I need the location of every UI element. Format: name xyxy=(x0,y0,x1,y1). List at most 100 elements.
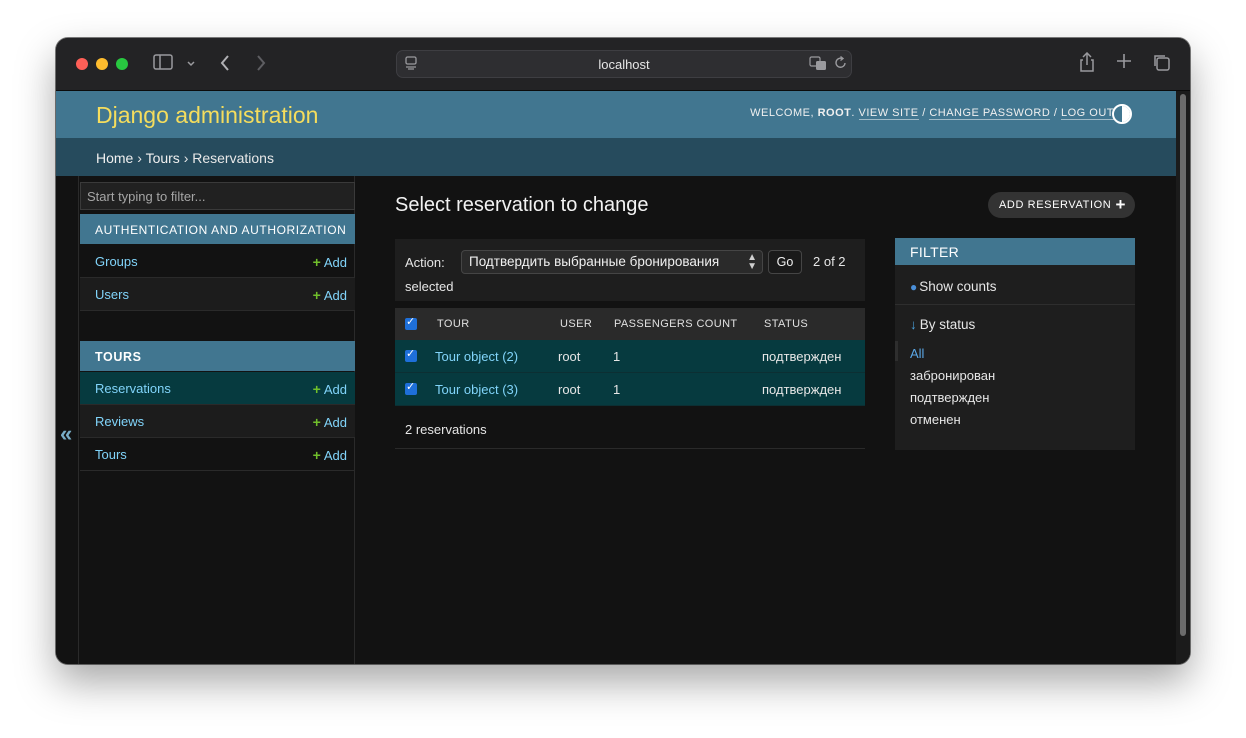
sidebar-item-label[interactable]: Tours xyxy=(95,447,127,462)
user-cell: root xyxy=(558,382,581,397)
site-brand[interactable]: Django administration xyxy=(96,102,318,129)
passengers-cell: 1 xyxy=(613,382,621,397)
add-user-button[interactable]: + Add xyxy=(313,287,347,303)
new-tab-icon[interactable] xyxy=(1116,53,1132,75)
filter-choice-booked[interactable]: забронирован xyxy=(910,368,995,383)
selected-choice-indicator xyxy=(895,341,898,361)
share-icon[interactable] xyxy=(1078,51,1096,78)
filter-by-status-toggle[interactable]: ↓ By status xyxy=(910,317,975,332)
add-reservation-link[interactable]: + Add xyxy=(313,381,347,397)
sidebar-item-label[interactable]: Users xyxy=(95,287,129,302)
add-label: Add xyxy=(323,255,347,270)
add-tour-button[interactable]: + Add xyxy=(313,447,347,463)
admin-header: Django administration WELCOME, ROOT. VIE… xyxy=(56,91,1176,138)
breadcrumb-separator: › xyxy=(137,150,142,166)
selection-counter: 2 of 2 xyxy=(813,254,846,269)
column-header-status[interactable]: STATUS xyxy=(764,318,808,330)
breadcrumb-current: Reservations xyxy=(192,150,274,166)
column-header-user[interactable]: USER xyxy=(560,318,592,330)
theme-toggle-icon[interactable] xyxy=(1112,104,1132,124)
toggle-nav-sidebar-button[interactable]: « xyxy=(60,421,72,447)
tabs-overview-icon[interactable] xyxy=(1152,53,1170,77)
sidebar-item-label[interactable]: Reviews xyxy=(95,414,144,429)
action-select-value: Подтвердить выбранные бронирования xyxy=(469,254,720,269)
translate-icon[interactable] xyxy=(809,55,827,77)
table-row: Tour object (2) root 1 подтвержден xyxy=(395,340,865,373)
sidebar-item-tours: Tours + Add xyxy=(80,438,355,471)
vertical-scrollbar[interactable] xyxy=(1176,91,1190,664)
eye-icon: ● xyxy=(910,280,918,294)
paginator: 2 reservations xyxy=(395,411,865,449)
arrow-down-icon: ↓ xyxy=(910,317,917,332)
plus-icon: + xyxy=(312,381,321,397)
zoom-window-button[interactable] xyxy=(116,58,128,70)
passengers-cell: 1 xyxy=(613,349,621,364)
sidebar-item-groups: Groups + Add xyxy=(80,245,355,278)
breadcrumb-separator: › xyxy=(183,150,189,166)
sidebar-item-reviews: Reviews + Add xyxy=(80,405,355,438)
reload-icon[interactable] xyxy=(834,55,848,77)
separator: / xyxy=(922,107,926,119)
action-select[interactable]: Подтвердить выбранные бронирования ▲ ▼ xyxy=(461,250,763,274)
select-arrows-icon: ▲ ▼ xyxy=(747,252,757,272)
action-label: Action: xyxy=(405,255,445,270)
add-reservation-label: ADD RESERVATION xyxy=(999,199,1112,211)
add-label: Add xyxy=(323,288,347,303)
sidebar-item-label[interactable]: Reservations xyxy=(95,381,171,396)
welcome-text: WELCOME, xyxy=(750,107,815,119)
user-tools: WELCOME, ROOT. VIEW SITE / CHANGE PASSWO… xyxy=(750,107,1114,120)
forward-icon[interactable] xyxy=(255,54,267,78)
plus-icon: + xyxy=(312,254,321,270)
select-all-checkbox[interactable] xyxy=(405,315,417,330)
browser-toolbar: localhost xyxy=(56,38,1190,91)
tour-link[interactable]: Tour object (2) xyxy=(435,349,518,364)
separator: / xyxy=(1053,107,1058,119)
nav-filter-input[interactable]: Start typing to filter... xyxy=(80,182,355,210)
nav-sidebar: Start typing to filter... AUTHENTICATION… xyxy=(78,176,355,664)
username: ROOT xyxy=(817,107,852,119)
view-site-link[interactable]: VIEW SITE xyxy=(858,107,919,120)
go-button[interactable]: Go xyxy=(768,250,802,274)
table-header: TOUR USER PASSENGERS COUNT STATUS xyxy=(395,308,865,340)
divider xyxy=(895,304,1135,305)
minimize-window-button[interactable] xyxy=(96,58,108,70)
scrollbar-thumb[interactable] xyxy=(1180,94,1186,636)
column-header-passengers[interactable]: PASSENGERS COUNT xyxy=(614,318,738,330)
add-label: Add xyxy=(323,382,347,397)
close-window-button[interactable] xyxy=(76,58,88,70)
page-content: Django administration WELCOME, ROOT. VIE… xyxy=(56,91,1190,664)
back-icon[interactable] xyxy=(219,54,231,78)
filter-choice-all[interactable]: All xyxy=(910,346,924,361)
selection-counter-suffix: selected xyxy=(405,279,454,294)
tour-link[interactable]: Tour object (3) xyxy=(435,382,518,397)
sidebar-item-label[interactable]: Groups xyxy=(95,254,138,269)
module-caption-tours[interactable]: TOURS xyxy=(80,341,355,371)
sidebar-toggle-icon[interactable] xyxy=(153,54,173,76)
filter-title: FILTER xyxy=(895,238,1135,265)
add-review-button[interactable]: + Add xyxy=(313,414,347,430)
change-password-link[interactable]: CHANGE PASSWORD xyxy=(929,107,1051,120)
filter-choice-confirmed[interactable]: подтвержден xyxy=(910,390,989,405)
changelist-filter: FILTER ● Show counts ↓ By status All забро… xyxy=(895,238,1135,450)
add-group-button[interactable]: + Add xyxy=(313,254,347,270)
browser-window: localhost Django administration WELCOME,… xyxy=(56,38,1190,664)
breadcrumb-home[interactable]: Home xyxy=(96,150,133,166)
status-cell: подтвержден xyxy=(762,349,842,364)
address-bar[interactable]: localhost xyxy=(396,50,852,78)
add-reservation-button[interactable]: ADD RESERVATION + xyxy=(988,192,1135,218)
table-row: Tour object (3) root 1 подтвержден xyxy=(395,373,865,406)
plus-icon: + xyxy=(312,287,321,303)
sidebar-item-reservations: Reservations + Add xyxy=(80,372,355,405)
row-checkbox[interactable] xyxy=(405,347,417,362)
show-counts-link[interactable]: ● Show counts xyxy=(910,279,997,294)
chevron-down-icon[interactable] xyxy=(186,55,196,75)
module-caption-auth[interactable]: AUTHENTICATION AND AUTHORIZATION xyxy=(80,214,355,244)
status-cell: подтвержден xyxy=(762,382,842,397)
log-out-link[interactable]: LOG OUT xyxy=(1060,107,1114,120)
plus-icon: + xyxy=(312,447,321,463)
breadcrumb-tours[interactable]: Tours xyxy=(146,150,180,166)
add-label: Add xyxy=(323,448,347,463)
column-header-tour[interactable]: TOUR xyxy=(437,318,470,330)
row-checkbox[interactable] xyxy=(405,380,417,395)
filter-choice-cancelled[interactable]: отменен xyxy=(910,412,961,427)
